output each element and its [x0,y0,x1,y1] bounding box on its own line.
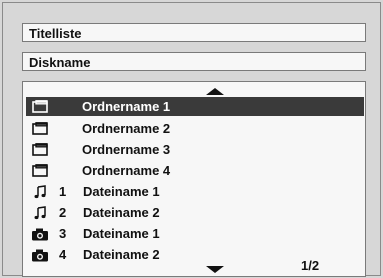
list-item-audio-1[interactable]: 1 Dateiname 1 [26,182,364,201]
camera-icon [31,247,49,262]
list-item-photo-1[interactable]: 3 Dateiname 1 [26,224,364,243]
list-item-folder-4[interactable]: Ordnername 4 [26,161,364,180]
file-list: Ordnername 1 Ordnername 2 Ordnername 3 O… [22,81,366,277]
title-list-bar[interactable]: Titelliste [22,23,366,42]
list-item-label: Dateiname 2 [83,247,160,262]
list-item-label: Ordnername 4 [82,163,171,178]
list-item-number: 1 [59,184,67,199]
music-note-icon [31,205,49,220]
scroll-down-arrow-icon[interactable] [206,266,224,273]
folder-icon [31,142,49,157]
list-item-folder-2[interactable]: Ordnername 2 [26,119,364,138]
camera-icon [31,226,49,241]
list-item-label: Ordnername 2 [82,121,171,136]
menu-frame: Titelliste Diskname Ordnername 1 Ordnern… [2,2,381,277]
list-item-number: 4 [59,247,67,262]
title-list-label: Titelliste [29,26,82,41]
disc-name-bar[interactable]: Diskname [22,52,366,71]
list-item-label: Ordnername 3 [82,142,171,157]
music-note-icon [31,184,49,199]
folder-icon [31,163,49,178]
list-item-label: Dateiname 1 [83,184,160,199]
scroll-up-arrow-icon[interactable] [206,88,224,95]
list-item-folder-3[interactable]: Ordnername 3 [26,140,364,159]
list-item-label: Ordnername 1 [82,99,171,114]
folder-icon [31,99,49,114]
list-item-number: 2 [59,205,67,220]
list-item-number: 3 [59,226,67,241]
list-item-label: Dateiname 2 [83,205,160,220]
folder-icon [31,121,49,136]
page-indicator: 1/2 [301,258,320,273]
disc-name-label: Diskname [29,55,91,70]
list-item-audio-2[interactable]: 2 Dateiname 2 [26,203,364,222]
list-item-label: Dateiname 1 [83,226,160,241]
list-item-folder-1[interactable]: Ordnername 1 [26,97,364,116]
